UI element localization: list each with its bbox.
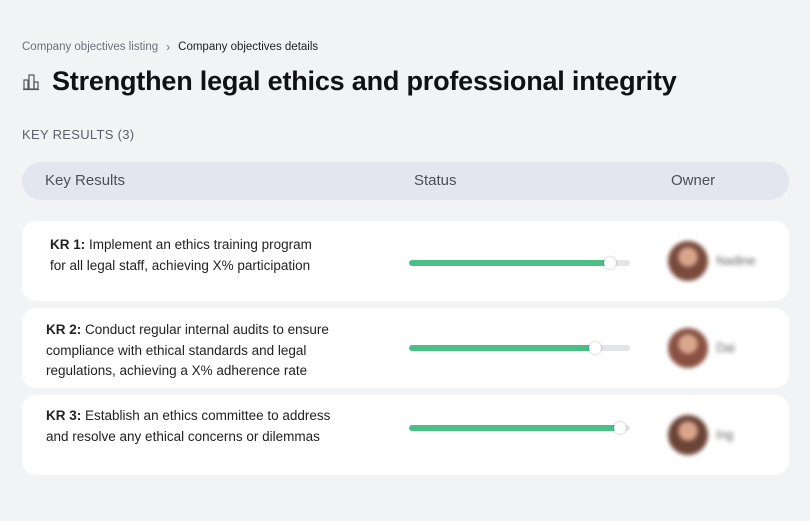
progress-handle[interactable] — [614, 422, 627, 434]
owner[interactable]: Nadine — [668, 241, 756, 281]
owner-name: Dai — [716, 341, 735, 355]
key-results-count-label: KEY RESULTS (3) — [22, 127, 135, 142]
kr-label: KR 3: — [46, 408, 82, 423]
column-header-key-results[interactable]: Key Results — [45, 172, 125, 189]
key-result-row[interactable]: KR 1: Implement an ethics training progr… — [22, 221, 789, 301]
kr-text-line: for all legal staff, achieving X% partic… — [50, 257, 311, 273]
progress-bar — [409, 257, 630, 269]
progress-handle[interactable] — [604, 257, 617, 269]
owner[interactable]: Dai — [668, 328, 735, 368]
progress-bar — [409, 422, 630, 434]
owner-name: Nadine — [716, 254, 756, 268]
kr-label: KR 2: — [46, 322, 82, 337]
table-header: Key Results Status Owner — [22, 162, 789, 200]
progress-fill — [409, 345, 595, 351]
breadcrumb-parent-link[interactable]: Company objectives listing — [22, 41, 158, 53]
kr-text-line: compliance with ethical standards and le… — [46, 342, 307, 358]
kr-label: KR 1: — [50, 237, 86, 252]
key-result-description: KR 2: Conduct regular internal audits to… — [46, 320, 366, 382]
building-icon — [22, 73, 40, 91]
key-result-row[interactable]: KR 2: Conduct regular internal audits to… — [22, 308, 789, 388]
progress-fill — [409, 260, 611, 266]
column-header-status[interactable]: Status — [414, 172, 457, 189]
progress-handle[interactable] — [588, 342, 601, 354]
avatar — [668, 328, 708, 368]
progress-fill — [409, 425, 621, 431]
key-result-description: KR 3: Establish an ethics committee to a… — [46, 406, 366, 447]
kr-text-line: Implement an ethics training program — [89, 237, 312, 252]
key-result-row[interactable]: KR 3: Establish an ethics committee to a… — [22, 395, 789, 475]
owner[interactable]: Ing — [668, 415, 733, 455]
kr-text-line: Conduct regular internal audits to ensur… — [85, 322, 329, 337]
column-header-owner[interactable]: Owner — [671, 172, 715, 189]
breadcrumb-current: Company objectives details — [178, 41, 319, 53]
page-title: Strengthen legal ethics and professional… — [52, 66, 677, 96]
progress-bar — [409, 342, 630, 354]
kr-text-line: regulations, achieving a X% adherence ra… — [46, 363, 308, 378]
owner-name: Ing — [716, 428, 734, 442]
title-row: Strengthen legal ethics and professional… — [22, 66, 677, 97]
kr-text-line: Establish an ethics committee to address — [85, 408, 331, 423]
avatar — [668, 415, 708, 455]
breadcrumb-separator: › — [166, 40, 171, 54]
key-result-description: KR 1: Implement an ethics training progr… — [50, 235, 370, 276]
breadcrumb: Company objectives listing › Company obj… — [22, 40, 318, 54]
avatar — [668, 241, 708, 281]
kr-text-line: and resolve any ethical concerns or dile… — [46, 428, 320, 444]
